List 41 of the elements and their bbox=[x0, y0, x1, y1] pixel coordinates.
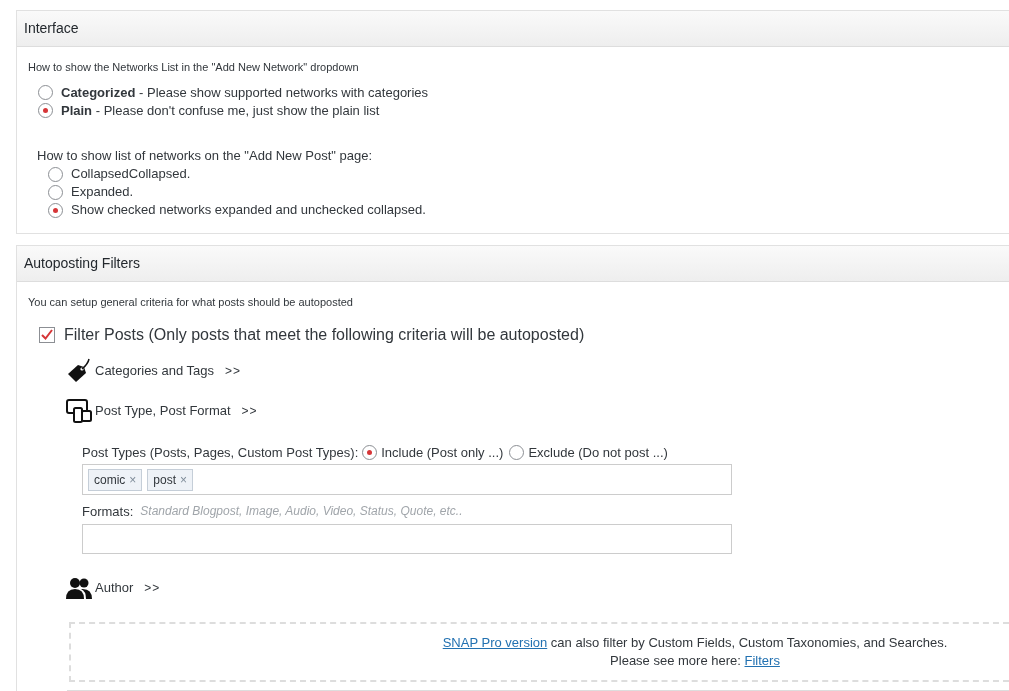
radio-label: Include (Post only ...) bbox=[381, 443, 504, 462]
radio-label: Show checked networks expanded and unchecked collapsed. bbox=[71, 201, 426, 220]
radio-label: Expanded. bbox=[71, 183, 134, 202]
expand-toggle[interactable]: >> bbox=[225, 361, 242, 380]
radio-button[interactable] bbox=[48, 202, 63, 218]
info-text: Please see more here: Filters bbox=[609, 651, 781, 670]
token[interactable]: comic × bbox=[88, 468, 143, 491]
panel-title: Autoposting Filters bbox=[17, 246, 1009, 282]
radio-label: Categorized - Please show supported networks with categories bbox=[61, 83, 429, 102]
radio-button[interactable] bbox=[509, 444, 525, 460]
help-text: How to show the Networks List in the "Add New Network" dropdown bbox=[28, 60, 360, 75]
expand-toggle[interactable]: >> bbox=[241, 401, 258, 420]
token-field[interactable]: comic × post × bbox=[82, 464, 732, 495]
help-text: You can setup general criteria for what posts should be autoposted bbox=[28, 295, 354, 310]
radio-button[interactable] bbox=[362, 444, 378, 460]
radio-button[interactable] bbox=[38, 85, 53, 100]
info-text: SNAP Pro version can also filter by Custom Fields, Custom Taxonomies, and Searches. bbox=[441, 633, 949, 652]
text-field[interactable] bbox=[82, 523, 732, 554]
section-toggle-label[interactable]: Author bbox=[95, 577, 134, 598]
token[interactable]: post × bbox=[147, 468, 194, 491]
radio-label: CollapsedCollapsed. bbox=[71, 165, 191, 184]
tag-icon bbox=[66, 357, 92, 384]
radio-button[interactable] bbox=[48, 184, 63, 200]
question-text: How to show list of networks on the "Add New Post" page: bbox=[37, 146, 374, 165]
devices-icon bbox=[66, 398, 92, 423]
radio-label: Plain - Please don't confuse me, just show the plain list bbox=[61, 101, 380, 120]
hint-text: Standard Blogpost, Image, Audio, Video, Status, Quote, etc.. bbox=[140, 503, 463, 520]
section-toggle-label[interactable]: Post Type, Post Format bbox=[95, 400, 231, 421]
filter-label: Filter Posts (Only posts that meet the following criteria will be autoposted) bbox=[64, 324, 585, 345]
link[interactable]: Filters bbox=[744, 652, 780, 668]
expand-toggle[interactable]: >> bbox=[144, 578, 161, 597]
panel-title: Interface bbox=[17, 11, 1009, 47]
link[interactable]: SNAP Pro version bbox=[442, 634, 548, 650]
section-toggle-label[interactable]: Categories and Tags bbox=[95, 360, 214, 381]
field-label: Post Types (Posts, Pages, Custom Post Types): bbox=[82, 443, 359, 462]
checkbox[interactable] bbox=[39, 326, 55, 343]
field-label: Formats: bbox=[82, 503, 134, 521]
radio-label: Exclude (Do not post ...) bbox=[528, 443, 668, 462]
radio-button[interactable] bbox=[38, 103, 53, 118]
radio-button[interactable] bbox=[48, 166, 63, 182]
users-icon bbox=[66, 576, 92, 599]
